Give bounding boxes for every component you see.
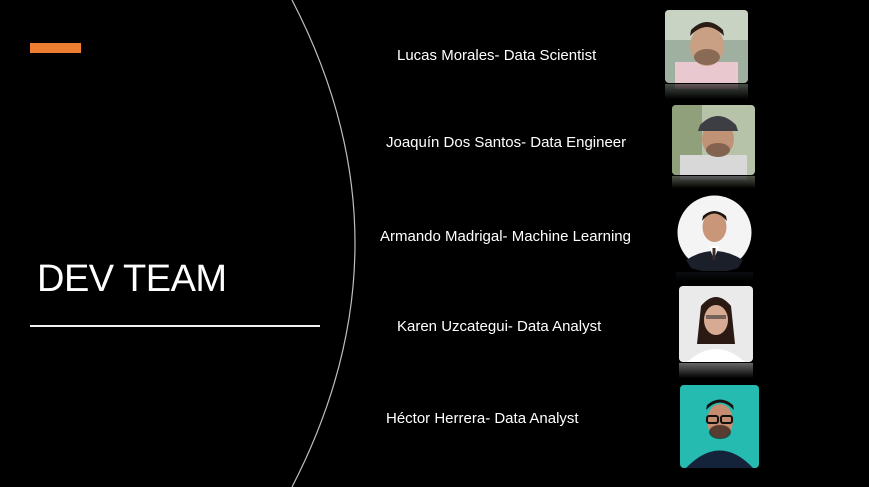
team-member-label: Joaquín Dos Santos- Data Engineer — [386, 134, 627, 151]
slide-title: DEV TEAM — [37, 258, 227, 300]
avatar — [680, 385, 759, 468]
avatar — [679, 286, 753, 362]
avatar — [676, 194, 753, 271]
team-member-label: Armando Madrigal- Machine Learning — [380, 228, 631, 245]
team-member-label: Karen Uzcategui- Data Analyst — [397, 318, 602, 335]
accent-bar — [30, 43, 81, 53]
avatar — [665, 10, 748, 83]
avatar-reflection — [676, 272, 753, 282]
avatar-reflection — [679, 363, 753, 380]
title-underline — [30, 325, 320, 327]
team-member-label: Héctor Herrera- Data Analyst — [386, 410, 579, 427]
team-member-label: Lucas Morales- Data Scientist — [397, 47, 597, 64]
avatar — [672, 105, 755, 175]
avatar-reflection — [672, 176, 755, 190]
presentation-slide: DEV TEAM Lucas Morales- Data Scientist J… — [0, 0, 869, 487]
avatar-reflection — [665, 84, 748, 101]
